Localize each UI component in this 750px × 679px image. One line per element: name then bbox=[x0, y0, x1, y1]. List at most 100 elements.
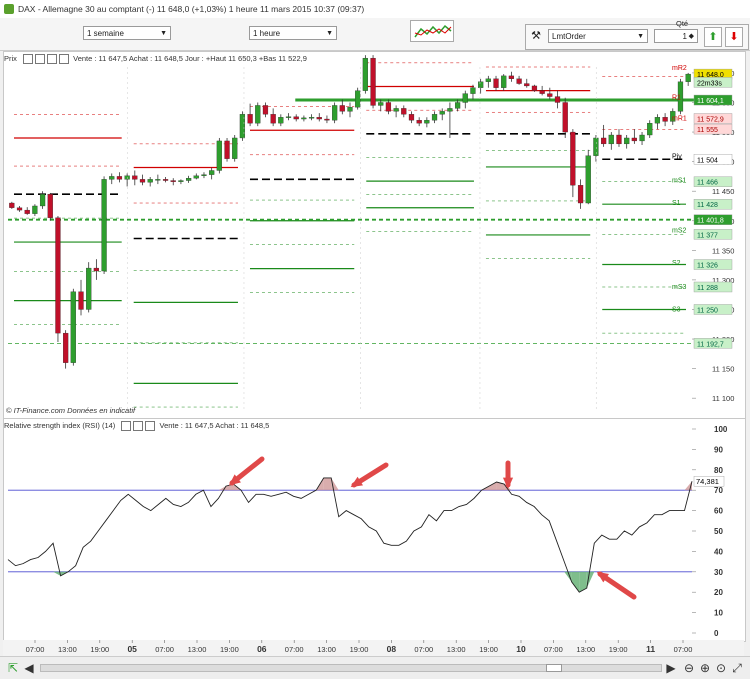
price-value-label: 11 192,7 bbox=[697, 341, 724, 348]
rsi-tick-label: 0 bbox=[714, 629, 719, 638]
candle-body bbox=[101, 179, 107, 272]
y-tick-label: 11 350 bbox=[712, 246, 734, 255]
candle-body bbox=[531, 85, 538, 91]
candle-body bbox=[439, 111, 445, 115]
price-value-label: 11 504 bbox=[697, 157, 718, 164]
sell-arrow-icon: ⬇ bbox=[729, 31, 739, 43]
candle-body bbox=[662, 117, 668, 122]
zoom-out-icon[interactable]: ⊖ bbox=[682, 661, 696, 675]
quantity-value: 1 bbox=[682, 32, 687, 41]
candle-body bbox=[70, 291, 76, 363]
candle-body bbox=[454, 102, 461, 109]
zoom-in-icon[interactable]: ⊕ bbox=[698, 661, 712, 675]
candle-body bbox=[209, 170, 215, 175]
y-tick-label: 11 150 bbox=[712, 365, 734, 374]
candle-body bbox=[647, 123, 653, 136]
candle-body bbox=[24, 209, 30, 214]
x-tick-label: 19:00 bbox=[220, 645, 239, 654]
pivot-tag: S3 bbox=[672, 306, 681, 313]
time-scrollbar[interactable] bbox=[40, 664, 662, 672]
candle-body bbox=[232, 137, 238, 159]
candle-body bbox=[370, 57, 376, 106]
candle-body bbox=[547, 93, 553, 97]
rsi-chart[interactable]: 100908070605040302010074,381 bbox=[4, 419, 745, 641]
rsi-panel[interactable]: Relative strength index (RSI) (14) Vente… bbox=[3, 418, 746, 642]
buy-button[interactable]: ⬆ bbox=[704, 27, 722, 47]
rsi-tick-label: 40 bbox=[714, 547, 723, 556]
candle-body bbox=[631, 137, 637, 142]
x-tick-label: 07:00 bbox=[674, 645, 693, 654]
candle-body bbox=[585, 155, 591, 204]
x-tick-label: 13:00 bbox=[188, 645, 207, 654]
x-tick-label: 07:00 bbox=[414, 645, 433, 654]
candle-body bbox=[78, 291, 84, 310]
candle-body bbox=[16, 207, 23, 211]
scrollbar-thumb[interactable] bbox=[546, 664, 562, 672]
quantity-input[interactable]: 1 ◆ bbox=[654, 29, 698, 43]
candle-body bbox=[247, 114, 253, 124]
candle-body bbox=[408, 114, 415, 121]
spinner-icon[interactable]: ◆ bbox=[689, 30, 694, 44]
scroll-left-icon[interactable]: ◀ bbox=[22, 661, 36, 675]
range-select-value: 1 semaine bbox=[87, 29, 124, 38]
x-tick-label: 13:00 bbox=[447, 645, 466, 654]
candle-body bbox=[685, 73, 691, 82]
candle-body bbox=[347, 107, 353, 112]
price-panel[interactable]: Prix Vente : 11 647,5 Achat : 11 648,5 J… bbox=[3, 51, 746, 420]
candle-body bbox=[393, 108, 399, 112]
candle-body bbox=[493, 78, 499, 88]
pivot-tag: Piv bbox=[672, 154, 682, 161]
price-value-label: 11 250 bbox=[697, 307, 718, 314]
scroll-right-icon[interactable]: ▶ bbox=[664, 661, 678, 675]
interval-select[interactable]: 1 heure ▼ bbox=[249, 26, 337, 40]
candle-body bbox=[270, 114, 276, 124]
x-tick-label: 13:00 bbox=[58, 645, 77, 654]
candle-body bbox=[9, 202, 15, 208]
fullscreen-icon[interactable]: ⤢ bbox=[730, 661, 744, 675]
candle-body bbox=[255, 105, 261, 124]
price-value-label: 11 377 bbox=[697, 232, 718, 239]
candle-body bbox=[124, 175, 130, 180]
sell-button[interactable]: ⬇ bbox=[725, 27, 743, 47]
candle-body bbox=[501, 75, 507, 88]
rsi-overbought-fill bbox=[489, 482, 497, 491]
chart-style-button[interactable] bbox=[410, 20, 454, 42]
price-value-label: 11 326 bbox=[697, 263, 718, 270]
zoom-reset-icon[interactable]: ⊙ bbox=[714, 661, 728, 675]
window-title: DAX - Allemagne 30 au comptant (-) 11 64… bbox=[18, 4, 365, 14]
time-axis[interactable]: 07:00 13:00 19:00 05 07:00 13:00 19:00 06 07:00 1… bbox=[3, 640, 744, 656]
time-axis-svg: 07:00 13:00 19:00 05 07:00 13:00 19:00 06 07:00 1… bbox=[26, 640, 693, 654]
candle-body bbox=[32, 205, 38, 214]
candle-body bbox=[516, 78, 522, 84]
pivot-tag: R1 bbox=[672, 95, 681, 102]
chevron-down-icon: ▼ bbox=[326, 30, 333, 37]
range-select[interactable]: 1 semaine ▼ bbox=[83, 26, 171, 40]
order-type-value: LmtOrder bbox=[552, 32, 586, 41]
price-value-label: 22m33s bbox=[697, 80, 722, 87]
candle-body bbox=[470, 87, 476, 94]
rsi-tick-label: 100 bbox=[714, 425, 728, 434]
interval-select-value: 1 heure bbox=[253, 29, 281, 38]
candle-body bbox=[554, 96, 561, 103]
candle-body bbox=[385, 102, 392, 112]
order-type-select[interactable]: LmtOrder ▼ bbox=[548, 29, 648, 43]
x-tick-label: 07:00 bbox=[26, 645, 45, 654]
rsi-oversold-fill bbox=[564, 571, 572, 582]
price-value-label: 11 428 bbox=[697, 202, 718, 209]
candle-body bbox=[639, 134, 645, 142]
candle-body bbox=[262, 105, 269, 115]
hammer-icon[interactable]: ⚒ bbox=[528, 28, 544, 44]
candle-body bbox=[308, 117, 315, 119]
chevron-down-icon: ▼ bbox=[637, 33, 644, 40]
pivot-tag: mS2 bbox=[672, 228, 687, 235]
x-tick-label: 08 bbox=[387, 644, 397, 654]
rsi-overbought-fill bbox=[323, 477, 332, 491]
pivot-tag: mS3 bbox=[672, 284, 687, 291]
candle-body bbox=[132, 175, 138, 180]
candle-body bbox=[524, 83, 530, 87]
price-chart[interactable]: 11 65011 60011 55011 50011 45011 40011 3… bbox=[4, 52, 745, 419]
y-tick-label: 11 100 bbox=[712, 394, 734, 403]
export-icon[interactable]: ⇱ bbox=[6, 661, 20, 675]
candle-body bbox=[577, 185, 584, 204]
candle-body bbox=[193, 175, 199, 179]
